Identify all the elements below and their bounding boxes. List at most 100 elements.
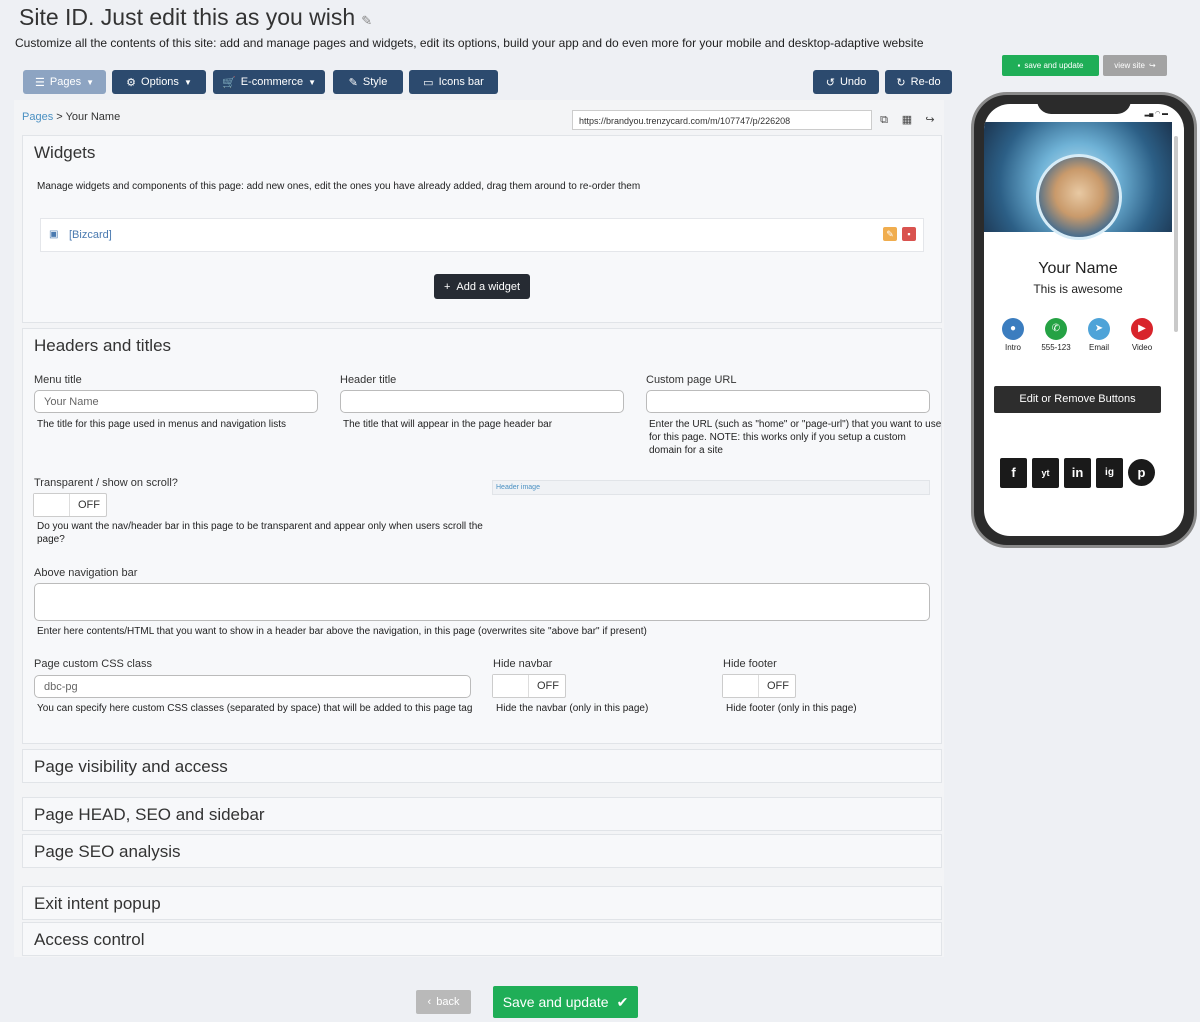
pages-button[interactable]: ☰ Pages ▼: [23, 70, 106, 94]
breadcrumb: Pages > Your Name: [22, 111, 121, 123]
icons-bar-button[interactable]: ▭ Icons bar: [409, 70, 498, 94]
hide-footer-toggle[interactable]: OFF: [722, 674, 796, 698]
widget-row[interactable]: ▣ [Bizcard] ✎ ▪: [40, 218, 924, 252]
youtube-social-icon[interactable]: yt: [1032, 458, 1059, 488]
transparent-help-2: page?: [37, 534, 65, 545]
share-icon: ↪: [1148, 61, 1156, 70]
custom-url-help-1: Enter the URL (such as "home" or "page-u…: [649, 419, 942, 430]
save-update-top-button[interactable]: ▪ save and update: [1002, 55, 1099, 76]
intro-label: Intro: [1004, 343, 1021, 352]
style-button[interactable]: ✎ Style: [333, 70, 403, 94]
transparent-toggle[interactable]: OFF: [33, 493, 107, 517]
custom-url-help-3: domain for a site: [649, 445, 723, 456]
breadcrumb-pages-link[interactable]: Pages: [22, 111, 53, 123]
profile-tagline: This is awesome: [1033, 282, 1123, 296]
menu-title-label: Menu title: [34, 374, 82, 386]
whatsapp-icon[interactable]: ✆: [1045, 318, 1067, 340]
edit-widget-icon[interactable]: ✎: [883, 227, 897, 241]
exit-intent-section[interactable]: Exit intent popup: [22, 886, 942, 920]
phone-label: 555-123: [1041, 343, 1071, 352]
breadcrumb-current: Your Name: [65, 111, 121, 123]
options-button[interactable]: ⚙ Options ▼: [112, 70, 206, 94]
widgets-description: Manage widgets and components of this pa…: [37, 181, 641, 192]
video-label: Video: [1131, 343, 1153, 352]
hide-navbar-label: Hide navbar: [493, 658, 553, 670]
telegram-icon[interactable]: ➤: [1088, 318, 1110, 340]
view-site-button[interactable]: view site ↪: [1103, 55, 1167, 76]
pencil-icon[interactable]: ✎: [361, 13, 372, 28]
transparent-label: Transparent / show on scroll?: [34, 477, 178, 489]
hide-navbar-help: Hide the navbar (only in this page): [496, 703, 649, 714]
avatar: [1036, 154, 1122, 240]
header-image-field[interactable]: Header image: [492, 480, 930, 495]
headers-title[interactable]: Headers and titles: [34, 336, 171, 356]
head-seo-section[interactable]: Page HEAD, SEO and sidebar: [22, 797, 942, 831]
qrcode-icon[interactable]: ▦: [896, 110, 918, 130]
youtube-icon[interactable]: ▶: [1131, 318, 1153, 340]
preview-scrollbar[interactable]: [1174, 136, 1178, 332]
monitor-icon: ▭: [423, 76, 434, 89]
email-label: Email: [1088, 343, 1109, 352]
phone-screen: ▂▄ ◠ ▬ Your Name This is awesome ● Intro…: [984, 104, 1184, 536]
site-description: Customize all the contents of this site:…: [15, 36, 924, 50]
menu-title-input[interactable]: Your Name: [34, 390, 318, 413]
css-class-help: You can specify here custom CSS classes …: [37, 703, 473, 714]
check-icon: ✔: [616, 993, 629, 1010]
intro-icon[interactable]: ●: [1002, 318, 1024, 340]
add-widget-button[interactable]: + Add a widget: [434, 274, 530, 299]
widget-name[interactable]: [Bizcard]: [69, 229, 112, 241]
above-nav-help: Enter here contents/HTML that you want t…: [37, 626, 647, 637]
edit-remove-buttons[interactable]: Edit or Remove Buttons: [994, 386, 1161, 413]
header-title-input[interactable]: [340, 390, 624, 413]
save-update-button[interactable]: Save and update ✔: [493, 986, 638, 1018]
custom-url-input[interactable]: [646, 390, 930, 413]
hide-footer-help: Hide footer (only in this page): [726, 703, 857, 714]
copy-icon[interactable]: ⧉: [873, 110, 895, 130]
linkedin-icon[interactable]: in: [1064, 458, 1091, 488]
transparent-help-1: Do you want the nav/header bar in this p…: [37, 521, 483, 532]
above-nav-textarea[interactable]: [34, 583, 930, 621]
pinterest-icon[interactable]: p: [1128, 459, 1155, 486]
gears-icon: ⚙: [126, 76, 137, 89]
undo-button[interactable]: ↺ Undo: [813, 70, 879, 94]
profile-name: Your Name: [1038, 260, 1118, 277]
caret-down-icon: ▼: [183, 77, 192, 87]
header-title-label: Header title: [340, 374, 397, 386]
id-card-icon: ▣: [49, 229, 59, 240]
visibility-section[interactable]: Page visibility and access: [22, 749, 942, 783]
custom-url-help-2: for this page. NOTE: this works only if …: [649, 432, 906, 443]
caret-down-icon: ▼: [308, 77, 316, 87]
seo-analysis-section[interactable]: Page SEO analysis: [22, 834, 942, 868]
chevron-left-icon: ‹: [427, 996, 432, 1008]
floppy-icon: ▪: [1017, 61, 1021, 70]
hide-navbar-toggle[interactable]: OFF: [492, 674, 566, 698]
redo-button[interactable]: ↻ Re-do: [885, 70, 952, 94]
above-nav-label: Above navigation bar: [34, 567, 138, 579]
hide-footer-label: Hide footer: [723, 658, 777, 670]
share-icon[interactable]: ↪: [919, 110, 941, 130]
site-title-text: Site ID. Just edit this as you wish: [19, 4, 356, 30]
css-class-input[interactable]: dbc-pg: [34, 675, 471, 698]
instagram-icon[interactable]: ig: [1096, 458, 1123, 488]
ecommerce-button[interactable]: 🛒 E-commerce ▼: [213, 70, 325, 94]
brush-icon: ✎: [348, 76, 358, 89]
site-title: Site ID. Just edit this as you wish ✎: [19, 4, 372, 31]
custom-url-label: Custom page URL: [646, 374, 737, 386]
delete-widget-icon[interactable]: ▪: [902, 227, 916, 241]
phone-notch: [1037, 98, 1131, 114]
list-icon: ☰: [35, 76, 45, 89]
caret-down-icon: ▼: [86, 77, 94, 87]
status-icons: ▂▄ ◠ ▬: [1144, 111, 1168, 117]
back-button[interactable]: ‹ back: [416, 990, 471, 1014]
css-class-label: Page custom CSS class: [34, 658, 152, 670]
facebook-icon[interactable]: f: [1000, 458, 1027, 488]
cart-icon: 🛒: [222, 76, 236, 89]
header-title-help: The title that will appear in the page h…: [343, 419, 553, 430]
page-url-field[interactable]: https://brandyou.trenzycard.com/m/107747…: [572, 110, 872, 130]
undo-icon: ↺: [825, 76, 835, 89]
access-control-section[interactable]: Access control: [22, 922, 942, 956]
plus-icon: +: [443, 280, 451, 293]
redo-icon: ↻: [896, 76, 906, 89]
menu-title-help: The title for this page used in menus an…: [37, 419, 287, 430]
widgets-title[interactable]: Widgets: [34, 143, 95, 163]
